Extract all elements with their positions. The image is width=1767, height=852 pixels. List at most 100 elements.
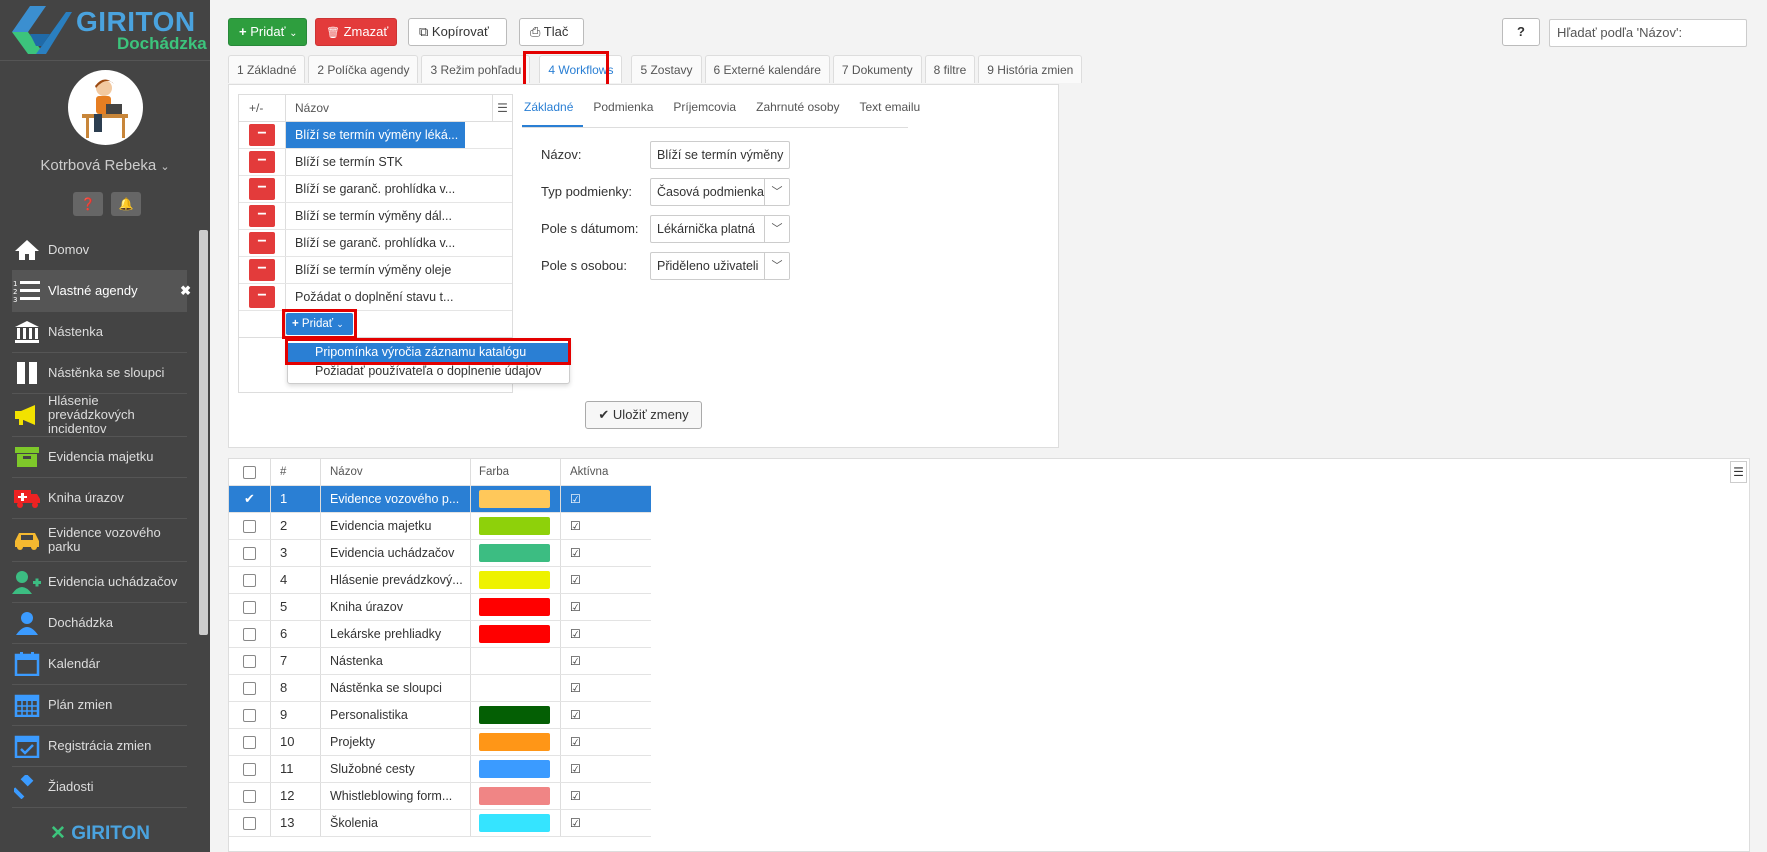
- sidebar-item-ziadosti[interactable]: Žiadosti: [12, 767, 187, 808]
- row-name[interactable]: Nástěnka se sloupci: [321, 675, 471, 701]
- sidebar-item-vlastne-agendy[interactable]: 123 Vlastné agendy ✖: [12, 271, 191, 312]
- workflow-row[interactable]: − Blíží se garanč. prohlídka v...: [239, 176, 512, 203]
- row-checkbox[interactable]: [243, 600, 256, 614]
- subtab-prijemcovia[interactable]: Príjemcovia: [671, 96, 746, 127]
- save-button[interactable]: ✔ Uložiť zmeny: [585, 401, 702, 429]
- row-select-cell[interactable]: [229, 783, 271, 809]
- row-active-cell[interactable]: ☑: [561, 486, 651, 512]
- copy-button[interactable]: ⧉ Kopírovať: [408, 18, 507, 46]
- row-select-cell[interactable]: [229, 621, 271, 647]
- column-header-active[interactable]: Aktívna: [561, 459, 651, 485]
- name-field[interactable]: Blíží se termín výměny: [650, 141, 790, 169]
- user-name[interactable]: Kotrbová Rebeka ⌄: [0, 157, 210, 174]
- row-active-cell[interactable]: ☑: [561, 756, 651, 782]
- row-active-cell[interactable]: ☑: [561, 513, 651, 539]
- workflow-name[interactable]: Blíží se termín výměny dál...: [286, 203, 465, 229]
- row-active-cell[interactable]: ☑: [561, 783, 651, 809]
- menu-icon[interactable]: ☰: [492, 95, 512, 121]
- row-name[interactable]: Hlásenie prevádzkový...: [321, 567, 471, 593]
- row-name[interactable]: Lekárske prehliadky: [321, 621, 471, 647]
- row-checkbox[interactable]: [243, 546, 256, 560]
- row-select-cell[interactable]: [229, 540, 271, 566]
- column-header-num[interactable]: #: [271, 459, 321, 485]
- column-header-color[interactable]: Farba: [471, 459, 561, 485]
- row-name[interactable]: Nástenka: [321, 648, 471, 674]
- workflow-name[interactable]: Blíží se termín výměny léká...: [286, 122, 465, 148]
- row-select-cell[interactable]: [229, 810, 271, 836]
- remove-button[interactable]: −: [249, 232, 275, 254]
- row-active-cell[interactable]: ☑: [561, 729, 651, 755]
- workflow-row[interactable]: − Blíží se termín výměny léká...: [239, 122, 512, 149]
- footer-logo[interactable]: ✕ GIRITON: [50, 822, 150, 845]
- row-checkbox[interactable]: [243, 762, 256, 776]
- row-checkbox[interactable]: [243, 789, 256, 803]
- tab-externe-kalendare[interactable]: 6 Externé kalendáre: [704, 55, 830, 83]
- column-header-name[interactable]: Názov: [321, 459, 471, 485]
- row-name[interactable]: Evidence vozového p...: [321, 486, 471, 512]
- subtab-zahrnute-osoby[interactable]: Zahrnuté osoby: [754, 96, 849, 127]
- row-select-cell[interactable]: [229, 702, 271, 728]
- tab-workflows[interactable]: 4 Workflows: [539, 55, 623, 83]
- row-active-cell[interactable]: ☑: [561, 702, 651, 728]
- row-checkbox[interactable]: [243, 519, 256, 533]
- sidebar-item-plan-zmien[interactable]: Plán zmien: [12, 685, 187, 726]
- row-select-cell[interactable]: [229, 648, 271, 674]
- row-name[interactable]: Evidencia uchádzačov: [321, 540, 471, 566]
- workflow-name[interactable]: Blíží se garanč. prohlídka v...: [286, 176, 465, 202]
- row-select-cell[interactable]: [229, 594, 271, 620]
- tab-zakladne[interactable]: 1 Základné: [228, 55, 306, 83]
- date-field-select[interactable]: Lékárnička platná ﹀: [650, 215, 790, 243]
- row-active-cell[interactable]: ☑: [561, 594, 651, 620]
- sidebar-item-vozovy-park[interactable]: Evidence vozového parku: [12, 519, 187, 562]
- sidebar-item-dochadzka[interactable]: Dochádzka: [12, 603, 187, 644]
- row-select-cell[interactable]: [229, 567, 271, 593]
- column-header-name[interactable]: Názov: [286, 95, 492, 121]
- close-icon[interactable]: ✖: [180, 283, 191, 299]
- remove-button[interactable]: −: [249, 178, 275, 200]
- row-name[interactable]: Kniha úrazov: [321, 594, 471, 620]
- table-row[interactable]: 3 Evidencia uchádzačov ☑: [229, 540, 651, 567]
- dropdown-item-request-data[interactable]: Požiadať používateľa o doplnenie údajov: [288, 362, 569, 381]
- notifications-button[interactable]: 🔔: [111, 192, 141, 216]
- sidebar-item-nastenka-sloupci[interactable]: Nástěnka se sloupci: [12, 353, 187, 394]
- avatar[interactable]: [68, 70, 143, 145]
- row-checkbox[interactable]: [243, 735, 256, 749]
- row-checkbox[interactable]: [243, 573, 256, 587]
- select-all-checkbox[interactable]: [243, 465, 256, 479]
- subtab-text-emailu[interactable]: Text emailu: [858, 96, 931, 127]
- tab-policka-agendy[interactable]: 2 Políčka agendy: [308, 55, 419, 83]
- remove-button[interactable]: −: [249, 151, 275, 173]
- workflow-name[interactable]: Blíží se termín STK: [286, 149, 465, 175]
- table-row[interactable]: 13 Školenia ☑: [229, 810, 651, 837]
- add-button[interactable]: + Pridať ⌄: [228, 18, 307, 46]
- row-checkbox[interactable]: [243, 816, 256, 830]
- sidebar-item-nastenka[interactable]: Nástenka: [12, 312, 187, 353]
- table-row[interactable]: 6 Lekárske prehliadky ☑: [229, 621, 651, 648]
- subtab-zakladne[interactable]: Základné: [522, 96, 584, 127]
- subtab-podmienka[interactable]: Podmienka: [591, 96, 663, 127]
- table-row[interactable]: 2 Evidencia majetku ☑: [229, 513, 651, 540]
- remove-button[interactable]: −: [249, 124, 275, 146]
- row-active-cell[interactable]: ☑: [561, 675, 651, 701]
- row-select-cell[interactable]: [229, 729, 271, 755]
- row-checkbox[interactable]: [243, 681, 256, 695]
- sidebar-item-kalendar[interactable]: Kalendár: [12, 644, 187, 685]
- row-name[interactable]: Personalistika: [321, 702, 471, 728]
- row-checkbox[interactable]: [243, 627, 256, 641]
- app-logo[interactable]: GIRITON Dochádzka: [0, 0, 210, 58]
- delete-button[interactable]: 🗑 Zmazať: [315, 18, 397, 46]
- row-select-cell[interactable]: [229, 675, 271, 701]
- row-active-cell[interactable]: ☑: [561, 648, 651, 674]
- workflow-name[interactable]: Blíží se termín výměny oleje: [286, 257, 465, 283]
- row-active-cell[interactable]: ☑: [561, 567, 651, 593]
- dropdown-item-anniversary-reminder[interactable]: Pripomínka výročia záznamu katalógu: [288, 343, 569, 362]
- row-checkbox[interactable]: [243, 708, 256, 722]
- tab-historia-zmien[interactable]: 9 História zmien: [978, 55, 1083, 83]
- table-row[interactable]: ✔ 1 Evidence vozového p... ☑: [229, 486, 651, 513]
- row-active-cell[interactable]: ☑: [561, 621, 651, 647]
- row-name[interactable]: Whistleblowing form...: [321, 783, 471, 809]
- sidebar-item-domov[interactable]: Domov: [12, 230, 187, 271]
- remove-button[interactable]: −: [249, 205, 275, 227]
- row-name[interactable]: Projekty: [321, 729, 471, 755]
- row-select-cell[interactable]: [229, 513, 271, 539]
